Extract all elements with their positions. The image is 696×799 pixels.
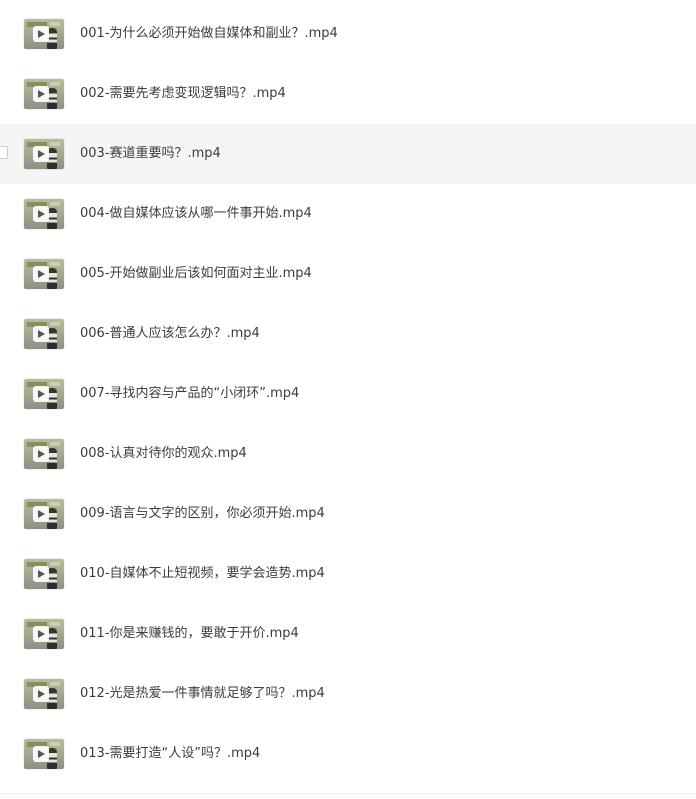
play-icon <box>33 746 49 762</box>
play-icon <box>33 386 49 402</box>
file-row[interactable]: 007-寻找内容与产品的“小闭环”.mp4 <box>0 364 696 424</box>
file-row[interactable]: 011-你是来赚钱的，要敢于开价.mp4 <box>0 604 696 664</box>
file-name[interactable]: 012-光是热爱一件事情就足够了吗？.mp4 <box>80 664 325 724</box>
play-icon <box>33 26 49 42</box>
video-thumbnail-icon[interactable] <box>24 259 64 289</box>
file-row[interactable]: 010-自媒体不止短视频，要学会造势.mp4 <box>0 544 696 604</box>
play-icon <box>33 206 49 222</box>
play-icon <box>33 506 49 522</box>
video-thumbnail-icon[interactable] <box>24 379 64 409</box>
video-thumbnail-icon[interactable] <box>24 499 64 529</box>
video-thumbnail-icon[interactable] <box>24 559 64 589</box>
play-icon <box>33 146 49 162</box>
file-row[interactable]: 002-需要先考虑变现逻辑吗？.mp4 <box>0 64 696 124</box>
video-thumbnail-icon[interactable] <box>24 19 64 49</box>
row-checkbox[interactable] <box>0 146 8 159</box>
list-bottom-divider <box>0 793 696 794</box>
video-thumbnail-icon[interactable] <box>24 619 64 649</box>
file-list: 001-为什么必须开始做自媒体和副业？.mp4 002-需要先考虑变现逻辑吗？.… <box>0 4 696 784</box>
file-row[interactable]: 001-为什么必须开始做自媒体和副业？.mp4 <box>0 4 696 64</box>
file-row-hovered[interactable]: 003-赛道重要吗？.mp4 <box>0 124 696 184</box>
video-thumbnail-icon[interactable] <box>24 739 64 769</box>
play-icon <box>33 86 49 102</box>
file-row[interactable]: 012-光是热爱一件事情就足够了吗？.mp4 <box>0 664 696 724</box>
play-icon <box>33 686 49 702</box>
file-name[interactable]: 011-你是来赚钱的，要敢于开价.mp4 <box>80 604 299 664</box>
file-name[interactable]: 007-寻找内容与产品的“小闭环”.mp4 <box>80 364 299 424</box>
file-name[interactable]: 006-普通人应该怎么办？.mp4 <box>80 304 260 364</box>
file-row[interactable]: 005-开始做副业后该如何面对主业.mp4 <box>0 244 696 304</box>
file-name[interactable]: 004-做自媒体应该从哪一件事开始.mp4 <box>80 184 312 244</box>
play-icon <box>33 266 49 282</box>
file-row[interactable]: 008-认真对待你的观众.mp4 <box>0 424 696 484</box>
video-thumbnail-icon[interactable] <box>24 79 64 109</box>
play-icon <box>33 446 49 462</box>
play-icon <box>33 326 49 342</box>
file-name[interactable]: 009-语言与文字的区别，你必须开始.mp4 <box>80 484 325 544</box>
video-thumbnail-icon[interactable] <box>24 679 64 709</box>
file-name[interactable]: 002-需要先考虑变现逻辑吗？.mp4 <box>80 64 286 124</box>
file-row[interactable]: 006-普通人应该怎么办？.mp4 <box>0 304 696 364</box>
file-name[interactable]: 005-开始做副业后该如何面对主业.mp4 <box>80 244 312 304</box>
file-name[interactable]: 003-赛道重要吗？.mp4 <box>80 124 221 184</box>
file-name[interactable]: 001-为什么必须开始做自媒体和副业？.mp4 <box>80 4 338 64</box>
play-icon <box>33 566 49 582</box>
file-name[interactable]: 010-自媒体不止短视频，要学会造势.mp4 <box>80 544 325 604</box>
video-thumbnail-icon[interactable] <box>24 439 64 469</box>
video-thumbnail-icon[interactable] <box>24 199 64 229</box>
video-thumbnail-icon[interactable] <box>24 139 64 169</box>
play-icon <box>33 626 49 642</box>
file-name[interactable]: 013-需要打造“人设”吗？.mp4 <box>80 724 260 784</box>
file-row[interactable]: 013-需要打造“人设”吗？.mp4 <box>0 724 696 784</box>
file-row[interactable]: 009-语言与文字的区别，你必须开始.mp4 <box>0 484 696 544</box>
video-thumbnail-icon[interactable] <box>24 319 64 349</box>
file-name[interactable]: 008-认真对待你的观众.mp4 <box>80 424 247 484</box>
file-row[interactable]: 004-做自媒体应该从哪一件事开始.mp4 <box>0 184 696 244</box>
